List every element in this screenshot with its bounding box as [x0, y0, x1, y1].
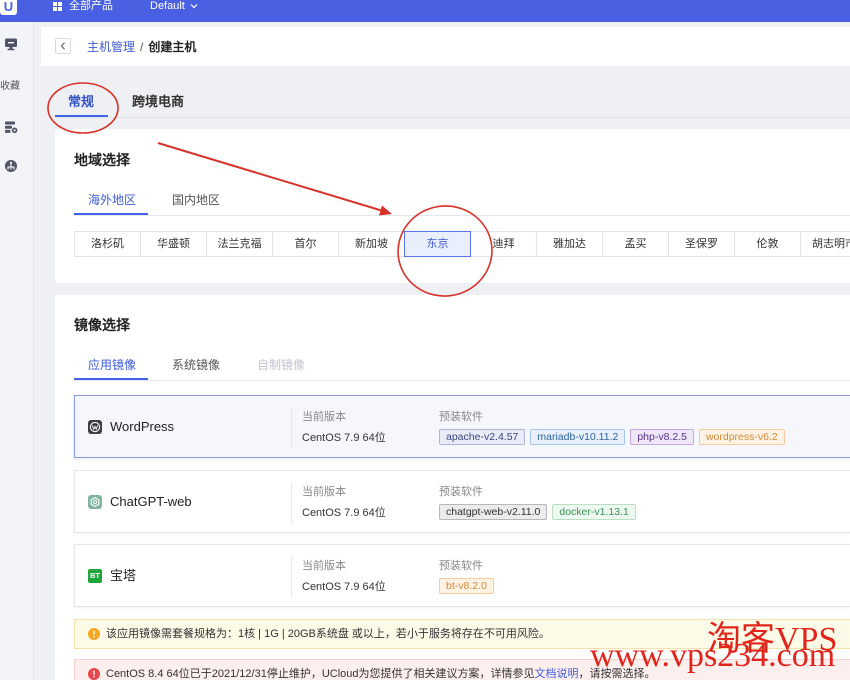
image-name: 宝塔 — [110, 568, 137, 583]
software-tag: apache-v2.4.57 — [439, 429, 526, 445]
tab-domestic-regions[interactable]: 国内地区 — [172, 193, 220, 207]
image-option-bt-panel[interactable]: BT 宝塔 当前版本 CentOS 7.9 64位 预装软件 bt-v8.2.0 — [74, 544, 850, 607]
breadcrumb-parent-link[interactable]: 主机管理 — [87, 39, 135, 55]
region-london[interactable]: 伦敦 — [734, 231, 801, 257]
region-mumbai[interactable]: 孟买 — [602, 231, 669, 257]
tab-overseas-regions[interactable]: 海外地区 — [88, 193, 136, 207]
image-tabs-divider — [74, 380, 850, 381]
project-label: Default — [150, 0, 185, 12]
region-tab-indicator — [74, 213, 148, 215]
tab-system-images[interactable]: 系统镜像 — [172, 358, 220, 372]
page-title: 创建主机 — [148, 40, 197, 54]
version-label: 当前版本 — [302, 486, 346, 498]
network-icon[interactable] — [4, 159, 18, 173]
error-circle-icon — [88, 668, 100, 680]
software-label: 预装软件 — [439, 560, 483, 572]
tab-custom-images: 自制镜像 — [257, 358, 306, 372]
version-value: CentOS 7.9 64位 — [302, 507, 386, 519]
bt-icon-text: BT — [90, 571, 100, 580]
software-tag: wordpress-v6.2 — [698, 429, 785, 445]
docs-link[interactable]: 文档说明 — [535, 668, 579, 680]
bt-icon: BT — [88, 569, 102, 583]
chevron-left-icon — [60, 42, 66, 50]
image-name: WordPress — [110, 419, 175, 434]
divider — [291, 408, 292, 448]
chevron-down-icon — [190, 3, 198, 9]
warning-text: 该应用镜像需套餐规格为：1核 | 1G | 20GB系统盘 或以上，若小于服务将… — [106, 628, 550, 640]
region-seoul[interactable]: 首尔 — [272, 231, 339, 257]
region-title: 地域选择 — [74, 152, 130, 168]
software-label: 预装软件 — [439, 486, 483, 498]
software-tag: chatgpt-web-v2.11.0 — [439, 504, 548, 520]
software-tag: bt-v8.2.0 — [439, 578, 494, 594]
error-text-main: CentOS 8.4 64位已于2021/12/31停止维护，UCloud为您提… — [106, 668, 535, 680]
server-settings-icon[interactable] — [4, 120, 18, 134]
software-tag: php-v8.2.5 — [630, 429, 694, 445]
software-label: 预装软件 — [439, 411, 483, 423]
all-products-menu[interactable]: 全部产品 — [53, 0, 113, 12]
tab-general[interactable]: 常规 — [68, 94, 94, 110]
version-label: 当前版本 — [302, 560, 346, 572]
error-text: CentOS 8.4 64位已于2021/12/31停止维护，UCloud为您提… — [106, 667, 656, 680]
software-tags: apache-v2.4.57 mariadb-v10.11.2 php-v8.2… — [439, 429, 785, 445]
image-option-wordpress[interactable]: WordPress 当前版本 CentOS 7.9 64位 预装软件 apach… — [74, 395, 850, 458]
region-ho-chi-minh[interactable]: 胡志明市 — [800, 231, 850, 257]
image-title: 镜像选择 — [74, 317, 130, 333]
tab-active-indicator — [55, 115, 108, 117]
ucloud-logo[interactable]: U — [0, 0, 17, 15]
page: U 全部产品 Default 收藏 主机管理 / 创建主机 常规 跨境电商 地域… — [0, 0, 850, 680]
tab-bar-divider — [55, 117, 850, 118]
software-tag: mariadb-v10.11.2 — [530, 429, 626, 445]
top-bar: U 全部产品 Default — [0, 0, 850, 22]
version-value: CentOS 7.9 64位 — [302, 581, 386, 593]
info-circle-icon — [88, 628, 100, 640]
watermark-url: www.vps234.com — [590, 637, 836, 674]
breadcrumb: 主机管理 / 创建主机 — [87, 39, 196, 55]
region-singapore[interactable]: 新加坡 — [338, 231, 405, 257]
version-value: CentOS 7.9 64位 — [302, 432, 386, 444]
breadcrumb-separator: / — [140, 40, 144, 54]
chatgpt-icon — [88, 495, 102, 509]
software-tag: docker-v1.13.1 — [552, 504, 636, 520]
region-list: 洛杉矶 华盛顿 法兰克福 首尔 新加坡 东京 迪拜 雅加达 孟买 圣保罗 伦敦 … — [74, 231, 850, 257]
software-tags: chatgpt-web-v2.11.0 docker-v1.13.1 — [439, 504, 636, 520]
region-los-angeles[interactable]: 洛杉矶 — [74, 231, 141, 257]
region-dubai[interactable]: 迪拜 — [470, 231, 537, 257]
grid-icon — [53, 1, 62, 11]
divider — [291, 557, 292, 597]
all-products-label: 全部产品 — [69, 0, 113, 12]
wordpress-icon — [88, 420, 102, 434]
sidebar-item-favorites[interactable]: 收藏 — [0, 81, 20, 93]
monitor-icon[interactable] — [4, 37, 18, 51]
region-tabs-divider — [74, 215, 850, 216]
region-washington[interactable]: 华盛顿 — [140, 231, 207, 257]
region-tokyo[interactable]: 东京 — [404, 231, 471, 257]
image-option-chatgpt-web[interactable]: ChatGPT-web 当前版本 CentOS 7.9 64位 预装软件 cha… — [74, 470, 850, 533]
back-button[interactable] — [55, 38, 71, 54]
version-label: 当前版本 — [302, 411, 346, 423]
sidebar: 收藏 — [0, 22, 34, 680]
tab-cross-border-ecommerce[interactable]: 跨境电商 — [132, 94, 184, 110]
tab-app-images[interactable]: 应用镜像 — [88, 358, 136, 372]
region-frankfurt[interactable]: 法兰克福 — [206, 231, 273, 257]
project-selector[interactable]: Default — [150, 0, 198, 12]
region-jakarta[interactable]: 雅加达 — [536, 231, 603, 257]
software-tags: bt-v8.2.0 — [439, 578, 494, 594]
image-tab-indicator — [74, 378, 148, 380]
region-sao-paulo[interactable]: 圣保罗 — [668, 231, 735, 257]
image-name: ChatGPT-web — [110, 494, 192, 509]
divider — [291, 483, 292, 523]
